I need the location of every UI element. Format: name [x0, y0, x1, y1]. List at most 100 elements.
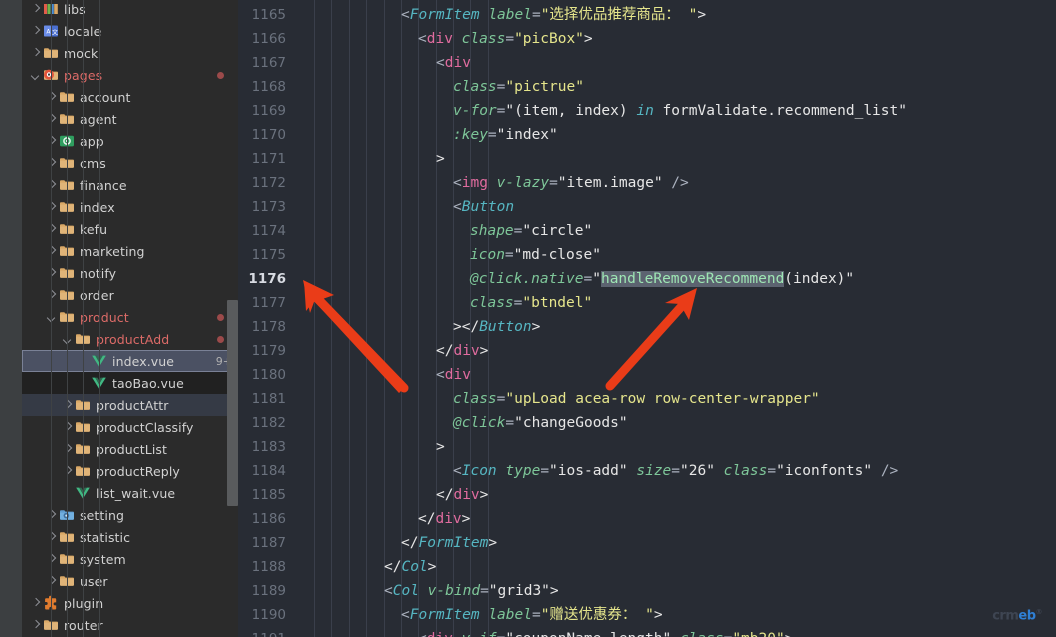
code-line[interactable]: class="btndel": [238, 291, 1056, 315]
code-token: class: [453, 79, 497, 95]
tree-item-setting[interactable]: setting: [22, 504, 238, 526]
code-token: v-lazy: [496, 175, 550, 191]
tree-item-label: productClassify: [96, 419, 194, 435]
code-line[interactable]: <img v-lazy="item.image" />: [238, 171, 1056, 195]
code-token: in: [636, 103, 654, 119]
code-line[interactable]: class="upLoad acea-row row-center-wrappe…: [238, 387, 1056, 411]
code-token: >: [479, 487, 489, 503]
tree-item-libs[interactable]: libs: [22, 0, 238, 20]
code-line[interactable]: @click.native="handleRemoveRecommend(ind…: [238, 267, 1056, 291]
code-line[interactable]: </div>: [238, 483, 1056, 507]
tree-item-marketing[interactable]: marketing: [22, 240, 238, 262]
tree-item-statistic[interactable]: statistic: [22, 526, 238, 548]
tree-item-product[interactable]: product: [22, 306, 238, 328]
code-token: "选择优品推荐商品： ": [540, 7, 698, 23]
project-file-tree[interactable]: libsA文locale mock pages account agentappcms f…: [22, 0, 238, 637]
tree-item-system[interactable]: system: [22, 548, 238, 570]
code-token: Col: [401, 559, 428, 575]
code-token: class: [461, 31, 506, 47]
chevron-right-icon[interactable]: [30, 26, 41, 37]
tree-item-kefu[interactable]: kefu: [22, 218, 238, 240]
code-editor[interactable]: 1165 1166 1167 1168 1169 1170 1171 1172 1173 1174…: [238, 0, 1056, 637]
code-token: label: [488, 7, 532, 23]
code-line[interactable]: </div>: [238, 507, 1056, 531]
tree-item-order[interactable]: order: [22, 284, 238, 306]
chevron-right-icon[interactable]: [30, 48, 41, 59]
tree-item-pages[interactable]: pages: [22, 64, 238, 86]
code-line[interactable]: shape="circle": [238, 219, 1056, 243]
code-token: "ios-add": [549, 463, 628, 479]
code-token: >: [697, 7, 707, 23]
code-line[interactable]: >: [238, 435, 1056, 459]
tree-item-router[interactable]: router: [22, 614, 238, 636]
tree-item-index[interactable]: index: [22, 196, 238, 218]
tree-item-taobao-vue[interactable]: taoBao.vue: [22, 372, 238, 394]
code-line[interactable]: :key="index": [238, 123, 1056, 147]
chevron-right-icon[interactable]: [30, 4, 41, 15]
tree-scrollbar[interactable]: [227, 300, 238, 506]
code-line[interactable]: <div class="picBox">: [238, 27, 1056, 51]
tree-item-cms[interactable]: cms: [22, 152, 238, 174]
chevron-right-icon[interactable]: [30, 620, 41, 631]
tree-item-productreply[interactable]: productReply: [22, 460, 238, 482]
tree-item-agent[interactable]: agent: [22, 108, 238, 130]
chevron-right-icon[interactable]: [30, 598, 41, 609]
code-line[interactable]: <Col v-bind="grid3">: [238, 579, 1056, 603]
tree-item-app[interactable]: app: [22, 130, 238, 152]
code-line[interactable]: icon="md-close": [238, 243, 1056, 267]
tree-item-index-vue[interactable]: index.vue 9+: [22, 350, 238, 372]
code-token: div: [444, 55, 471, 71]
tree-item-account[interactable]: account: [22, 86, 238, 108]
code-token: <: [436, 367, 445, 383]
code-token: >: [531, 319, 541, 335]
code-token: Button: [461, 199, 515, 215]
code-line[interactable]: ></Button>: [238, 315, 1056, 339]
tree-indent-guide: [99, 0, 100, 637]
tree-item-mock[interactable]: mock: [22, 42, 238, 64]
code-token: :key: [453, 127, 488, 143]
tree-item-list_wait-vue[interactable]: list_wait.vue: [22, 482, 238, 504]
code-token: =: [487, 127, 497, 143]
code-line[interactable]: <Icon type="ios-add" size="26" class="ic…: [238, 459, 1056, 483]
code-line[interactable]: class="pictrue": [238, 75, 1056, 99]
code-token: "btndel": [522, 295, 593, 311]
code-line[interactable]: </FormItem>: [238, 531, 1056, 555]
code-content[interactable]: <FormItem label="选择优品推荐商品： "> <div class=…: [238, 0, 1056, 637]
svg-text:文: 文: [52, 28, 58, 36]
code-line[interactable]: v-for="(item, index) in formValidate.rec…: [238, 99, 1056, 123]
code-line[interactable]: <FormItem label="赠送优惠券： ">: [238, 603, 1056, 627]
code-token: @click.native: [470, 271, 584, 287]
code-line[interactable]: >: [238, 147, 1056, 171]
code-token: >: [785, 631, 794, 637]
tree-item-finance[interactable]: finance: [22, 174, 238, 196]
code-token: "index": [496, 127, 558, 143]
code-line[interactable]: <Button: [238, 195, 1056, 219]
code-line[interactable]: <div v-if="couponName.length" class="mb2…: [238, 627, 1056, 637]
code-token: >: [461, 511, 471, 527]
tree-item-locale[interactable]: A文locale: [22, 20, 238, 42]
code-token: ></: [453, 319, 480, 335]
code-token: v-bind: [427, 583, 481, 599]
tree-item-label: user: [80, 573, 108, 589]
tree-item-productlist[interactable]: productList: [22, 438, 238, 460]
tree-item-productattr[interactable]: productAttr: [22, 394, 238, 416]
code-token: "pictrue": [505, 79, 584, 95]
tree-item-plugin[interactable]: plugin: [22, 592, 238, 614]
tree-indent-guide: [67, 0, 68, 637]
code-line[interactable]: @click="changeGoods": [238, 411, 1056, 435]
code-token: type: [505, 463, 541, 479]
code-line[interactable]: <div: [238, 363, 1056, 387]
code-token: >: [549, 583, 559, 599]
tree-item-notify[interactable]: notify: [22, 262, 238, 284]
tree-item-productclassify[interactable]: productClassify: [22, 416, 238, 438]
code-line[interactable]: </div>: [238, 339, 1056, 363]
code-token: "md-close": [513, 247, 601, 263]
code-token: >: [436, 151, 445, 167]
chevron-down-icon[interactable]: [30, 70, 41, 81]
tree-item-productadd[interactable]: productAdd: [22, 328, 238, 350]
tree-item-user[interactable]: user: [22, 570, 238, 592]
code-line[interactable]: <div: [238, 51, 1056, 75]
code-line[interactable]: <FormItem label="选择优品推荐商品： ">: [238, 3, 1056, 27]
code-line[interactable]: </Col>: [238, 555, 1056, 579]
